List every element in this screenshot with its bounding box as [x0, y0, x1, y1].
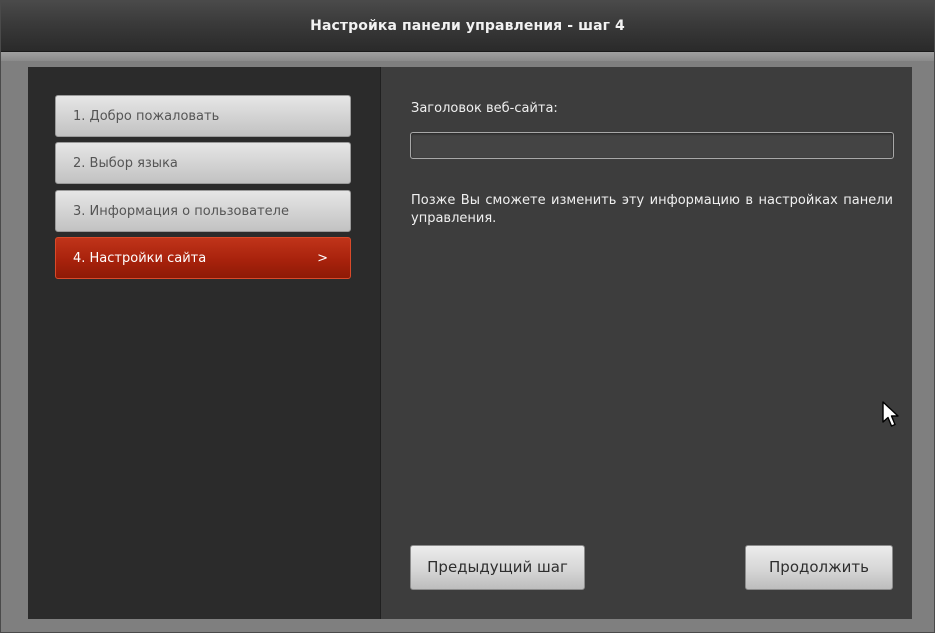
settings-panel: Заголовок веб-сайта: Позже Вы сможете из… [381, 67, 912, 619]
site-title-label: Заголовок веб-сайта: [411, 101, 558, 116]
title-strip [1, 52, 934, 61]
step-label: 4. Настройки сайта [73, 251, 207, 266]
chevron-right-icon: > [317, 251, 328, 266]
setup-window: Настройка панели управления - шаг 4 1. Д… [0, 0, 935, 633]
info-text: Позже Вы сможете изменить эту информацию… [411, 193, 893, 226]
window-title: Настройка панели управления - шаг 4 [1, 1, 934, 52]
step-user-info[interactable]: 3. Информация о пользователе [55, 190, 351, 232]
mouse-pointer-icon [882, 401, 899, 427]
previous-step-button[interactable]: Предыдущий шаг [410, 545, 585, 590]
step-site-settings[interactable]: 4. Настройки сайта > [55, 237, 351, 279]
continue-button[interactable]: Продолжить [745, 545, 893, 590]
step-label: 2. Выбор языка [73, 156, 178, 171]
step-label: 3. Информация о пользователе [73, 204, 289, 219]
step-language[interactable]: 2. Выбор языка [55, 142, 351, 184]
step-label: 1. Добро пожаловать [73, 109, 220, 124]
steps-sidebar: 1. Добро пожаловать 2. Выбор языка 3. Ин… [28, 67, 380, 619]
site-title-input[interactable] [410, 132, 894, 159]
step-welcome[interactable]: 1. Добро пожаловать [55, 95, 351, 137]
